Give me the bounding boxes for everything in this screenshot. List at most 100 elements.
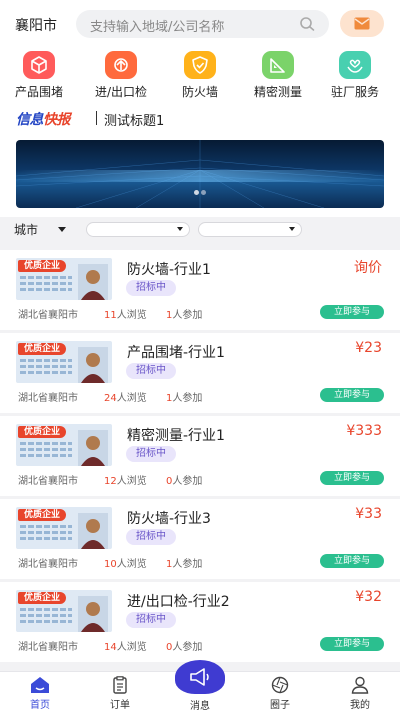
category-label: 产品围堵 xyxy=(14,85,63,99)
chevron-down-icon xyxy=(289,227,295,231)
tab-label: 我的 xyxy=(350,700,370,711)
user-icon xyxy=(351,676,369,694)
tab-label: 消息 xyxy=(190,701,210,711)
join-now-button[interactable]: 立即参与 xyxy=(320,637,384,651)
status-badge: 招标中 xyxy=(126,363,176,379)
listing-title: 防火墙-行业3 xyxy=(127,511,211,527)
category-grid: 产品围堵 进/出口检 防火墙 精密测量 驻厂服务 xyxy=(0,47,400,103)
news-title[interactable]: 测试标题1 xyxy=(104,110,164,129)
tab-orders[interactable]: 订单 xyxy=(90,676,150,711)
category-item-firewall[interactable]: 防火墙 xyxy=(163,51,237,100)
person-photo-icon xyxy=(78,596,108,632)
listing-price: ¥23 xyxy=(355,340,382,356)
listing-card[interactable]: 优质企业 防火墙-行业3 ¥33 招标中 湖北省襄阳市 10人浏览 1人参加 立… xyxy=(0,499,400,579)
view-count: 14人浏览 xyxy=(104,642,147,653)
quality-badge: 优质企业 xyxy=(18,343,67,355)
join-now-button[interactable]: 立即参与 xyxy=(320,388,384,402)
listing-title: 进/出口检-行业2 xyxy=(127,594,230,610)
listing-card[interactable]: 优质企业 进/出口检-行业2 ¥32 招标中 湖北省襄阳市 14人浏览 0人参加… xyxy=(0,582,400,662)
box-icon xyxy=(23,51,55,79)
listing-card[interactable]: 优质企业 精密测量-行业1 ¥333 招标中 湖北省襄阳市 12人浏览 0人参加… xyxy=(0,416,400,496)
view-count: 11人浏览 xyxy=(104,310,147,321)
city-selector[interactable]: 襄阳市 xyxy=(15,15,57,35)
tab-label: 首页 xyxy=(30,700,50,711)
listing-card[interactable]: 优质企业 防火墙-行业1 询价 招标中 湖北省襄阳市 11人浏览 1人参加 立即… xyxy=(0,250,400,330)
person-photo-icon xyxy=(78,347,108,383)
filter-dropdown-1[interactable] xyxy=(86,222,190,237)
tab-label: 圈子 xyxy=(270,700,290,711)
category-label: 驻厂服务 xyxy=(330,85,379,99)
join-now-button[interactable]: 立即参与 xyxy=(320,471,384,485)
heart-hands-icon xyxy=(339,51,371,79)
carousel-dot[interactable] xyxy=(194,190,199,195)
envelope-icon xyxy=(354,17,370,30)
clipboard-icon xyxy=(113,676,127,694)
news-logo: 信息快报 xyxy=(16,112,71,128)
join-count: 0人参加 xyxy=(166,642,203,653)
join-count: 1人参加 xyxy=(166,559,203,570)
chevron-down-icon xyxy=(58,227,66,232)
news-ticker[interactable]: 信息快报 测试标题1 xyxy=(0,103,400,133)
tab-messages[interactable] xyxy=(175,660,225,694)
shield-icon xyxy=(184,51,216,79)
category-item-precision-measurement[interactable]: 精密测量 xyxy=(241,51,315,100)
listing-card[interactable]: 优质企业 产品围堵-行业1 ¥23 招标中 湖北省襄阳市 24人浏览 1人参加 … xyxy=(0,333,400,413)
carousel-dot[interactable] xyxy=(201,190,206,195)
join-now-button[interactable]: 立即参与 xyxy=(320,305,384,319)
mail-button[interactable] xyxy=(340,10,384,37)
carousel-dots xyxy=(193,180,207,199)
status-badge: 招标中 xyxy=(126,446,176,462)
tab-home[interactable]: 首页 xyxy=(10,676,70,711)
listing-title: 防火墙-行业1 xyxy=(127,262,211,278)
listing-location: 湖北省襄阳市 xyxy=(18,559,78,570)
quality-badge: 优质企业 xyxy=(18,592,67,604)
tab-profile[interactable]: 我的 xyxy=(330,676,390,711)
category-label: 精密测量 xyxy=(253,85,302,99)
chevron-down-icon xyxy=(177,227,183,231)
category-label: 防火墙 xyxy=(181,85,218,99)
ruler-icon xyxy=(262,51,294,79)
view-count: 12人浏览 xyxy=(104,476,147,487)
search-input[interactable]: 支持输入地域/公司名称 xyxy=(76,10,329,38)
banner-carousel[interactable] xyxy=(16,140,384,208)
status-badge: 招标中 xyxy=(126,280,176,296)
city-filter[interactable]: 城市 xyxy=(14,221,74,241)
filter-dropdown-2[interactable] xyxy=(198,222,302,237)
status-badge: 招标中 xyxy=(126,529,176,545)
listing-location: 湖北省襄阳市 xyxy=(18,642,78,653)
filter-bar: 城市 xyxy=(0,217,400,245)
join-count: 1人参加 xyxy=(166,393,203,404)
home-icon xyxy=(31,677,49,693)
tab-circle[interactable]: 圈子 xyxy=(250,676,310,711)
tab-label: 订单 xyxy=(110,700,130,711)
divider xyxy=(96,111,97,125)
listing-price: ¥32 xyxy=(355,589,382,605)
banner-section xyxy=(0,133,400,217)
person-photo-icon xyxy=(78,264,108,300)
join-count: 1人参加 xyxy=(166,310,203,321)
search-placeholder: 支持输入地域/公司名称 xyxy=(90,20,225,35)
quality-badge: 优质企业 xyxy=(18,426,67,438)
status-badge: 招标中 xyxy=(126,612,176,628)
transport-icon xyxy=(105,51,137,79)
search-icon[interactable] xyxy=(299,16,315,32)
category-item-import-export[interactable]: 进/出口检 xyxy=(84,51,158,100)
company-certificate-image: 优质企业 xyxy=(16,507,112,549)
city-filter-label: 城市 xyxy=(14,223,39,237)
company-certificate-image: 优质企业 xyxy=(16,424,112,466)
join-now-button[interactable]: 立即参与 xyxy=(320,554,384,568)
listing-price: ¥33 xyxy=(355,506,382,522)
category-item-onsite-service[interactable]: 驻厂服务 xyxy=(318,51,392,100)
listing-title: 精密测量-行业1 xyxy=(127,428,225,444)
category-label: 进/出口检 xyxy=(94,85,148,99)
view-count: 10人浏览 xyxy=(104,559,147,570)
listing-location: 湖北省襄阳市 xyxy=(18,393,78,404)
company-certificate-image: 优质企业 xyxy=(16,258,112,300)
category-item-product-containment[interactable]: 产品围堵 xyxy=(2,51,76,100)
listing-price: 询价 xyxy=(354,260,382,276)
company-certificate-image: 优质企业 xyxy=(16,590,112,632)
aperture-icon xyxy=(271,676,289,694)
company-certificate-image: 优质企业 xyxy=(16,341,112,383)
top-bar: 襄阳市 支持输入地域/公司名称 xyxy=(0,0,400,47)
quality-badge: 优质企业 xyxy=(18,509,67,521)
